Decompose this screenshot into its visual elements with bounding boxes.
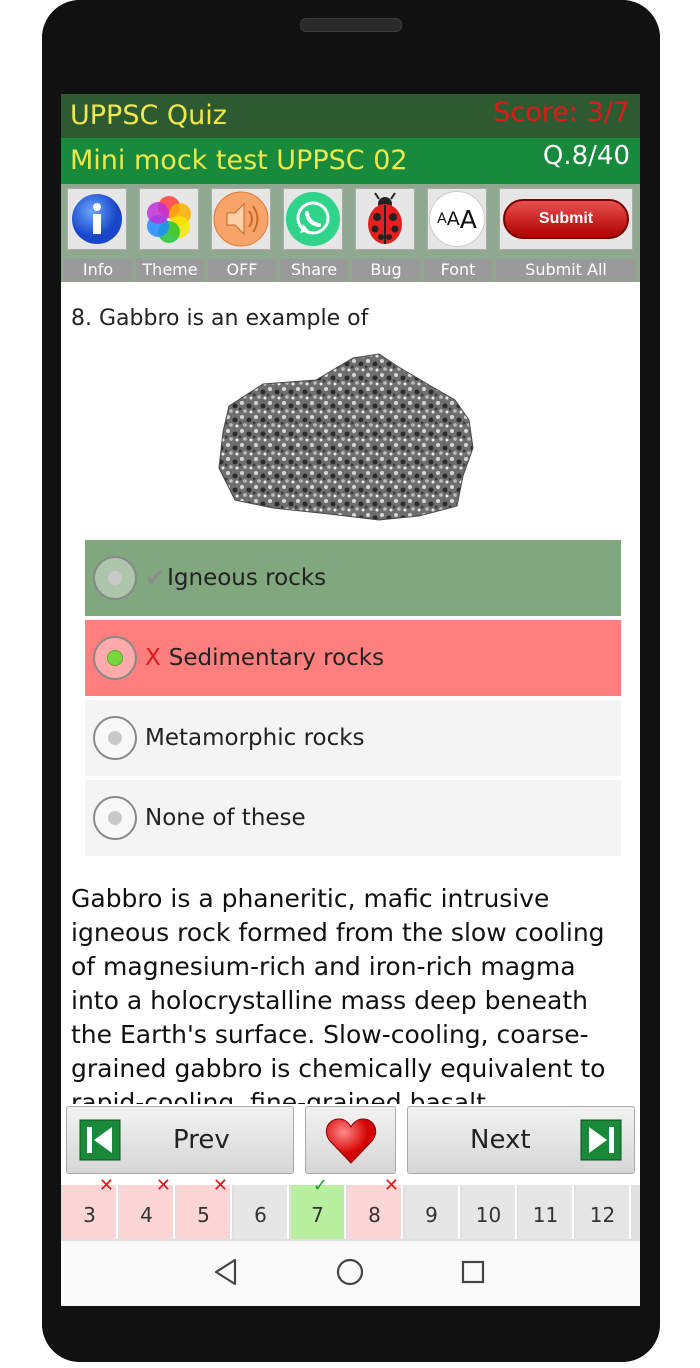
pager-number: 11 [532,1203,559,1227]
pager-number: 6 [254,1203,267,1227]
toolbar-label-sound: OFF [208,259,276,281]
test-bar: Mini mock test UPPSC 02 Q.8/40 [61,138,640,184]
navigation-row: Prev Next [61,1106,640,1178]
toolbar-label-submit-all: Submit All [496,259,636,281]
option-sedimentary[interactable]: X Sedimentary rocks [85,620,621,696]
option-label-2: Sedimentary rocks [168,645,385,671]
wrong-mark-icon: ✕ [212,1175,228,1196]
pager-number: 9 [425,1203,438,1227]
font-button[interactable]: AAA [427,188,487,250]
phone-top-bezel [42,0,660,94]
wrong-x-icon: X [145,645,161,671]
back-icon[interactable] [213,1258,239,1286]
prev-button[interactable]: Prev [66,1106,294,1174]
explanation-text: Gabbro is a phaneritic, mafic intrusive … [71,884,606,1104]
pager-number: 7 [311,1203,324,1227]
wrong-mark-icon: ✕ [155,1175,171,1196]
bug-button[interactable] [355,188,415,250]
font-glyph-mid: A [446,208,460,230]
toolbar-label-share: Share [280,259,348,281]
option-metamorphic[interactable]: Metamorphic rocks [85,700,621,776]
next-button[interactable]: Next [407,1106,635,1174]
pager-number: 12 [589,1203,616,1227]
pager-item-6[interactable]: 6 [234,1185,289,1239]
pager-number: 5 [197,1203,210,1227]
toolbar-label-bug: Bug [352,259,420,281]
wrong-mark-icon: ✕ [98,1175,114,1196]
option-igneous[interactable]: ✔ Igneous rocks [85,540,621,616]
option-radio-1[interactable] [93,556,137,600]
skip-forward-icon [580,1119,622,1161]
submit-button[interactable]: Submit [503,199,629,239]
pager-item-11[interactable]: 11 [519,1185,574,1239]
score-label: Score: 3/7 [493,97,630,128]
toolbar-label-theme: Theme [136,259,204,281]
option-label-1: Igneous rocks [167,565,327,591]
question-counter: Q.8/40 [542,141,630,171]
submit-button-label: Submit [538,210,594,227]
sound-button[interactable] [211,188,271,250]
option-none[interactable]: None of these [85,780,621,856]
wrong-mark-icon: ✕ [383,1175,399,1196]
pager-number: 8 [368,1203,381,1227]
heart-icon [325,1118,377,1164]
android-nav-bar [61,1241,640,1306]
option-radio-3[interactable] [93,716,137,760]
title-bar: UPPSC Quiz Score: 3/7 [61,94,640,138]
speaker-grille [300,18,402,32]
font-glyph-large: A [459,204,477,234]
right-mark-icon: ✓ [312,1175,328,1196]
theme-icon [147,196,191,243]
test-name: Mini mock test UPPSC 02 [70,145,408,176]
next-label: Next [470,1125,531,1155]
info-button[interactable] [67,188,127,250]
pager-item-10[interactable]: 10 [462,1185,517,1239]
font-glyph-small: A [437,211,447,227]
whatsapp-icon [286,192,340,246]
theme-button[interactable] [139,188,199,250]
pager-number: 4 [140,1203,153,1227]
toolbar-label-info: Info [64,259,132,281]
pager-item-7[interactable]: 7 ✓ [291,1177,346,1239]
pager-item-8[interactable]: 8 ✕ [348,1177,403,1239]
favorite-button[interactable] [305,1106,396,1174]
submit-button-container: Submit [499,188,633,250]
toolbar-label-font: Font [424,259,492,281]
home-icon[interactable] [336,1258,364,1286]
share-button[interactable] [283,188,343,250]
info-icon [72,194,122,244]
pager-item-4[interactable]: 4 ✕ [120,1177,175,1239]
pager-item-5[interactable]: 5 ✕ [177,1177,232,1239]
font-size-icon: AAA [429,191,485,247]
pager-number: 10 [475,1203,502,1227]
skip-back-icon [79,1119,121,1161]
correct-check-icon: ✔ [145,564,166,592]
option-radio-2[interactable] [93,636,137,680]
app-screen: UPPSC Quiz Score: 3/7 Mini mock test UPP… [61,94,640,1306]
option-label-4: None of these [145,805,306,831]
prev-label: Prev [173,1125,230,1155]
gabbro-rock-image [218,353,474,521]
phone-bottom-bezel [42,1306,660,1362]
option-radio-4[interactable] [93,796,137,840]
option-label-3: Metamorphic rocks [145,725,365,751]
pager-item-12[interactable]: 12 [576,1185,631,1239]
pager-number: 3 [83,1203,96,1227]
question-text: 8. Gabbro is an example of [71,306,369,331]
ladybug-icon [368,192,402,244]
pager-item-3[interactable]: 3 ✕ [63,1177,118,1239]
question-pager: 3 ✕ 4 ✕ 5 ✕ 6 7 ✓ 8 ✕ 9 10 11 12 [61,1177,640,1241]
speaker-icon [213,191,269,247]
recents-icon[interactable] [461,1260,485,1284]
pager-item-9[interactable]: 9 [405,1185,460,1239]
app-title: UPPSC Quiz [70,100,227,131]
